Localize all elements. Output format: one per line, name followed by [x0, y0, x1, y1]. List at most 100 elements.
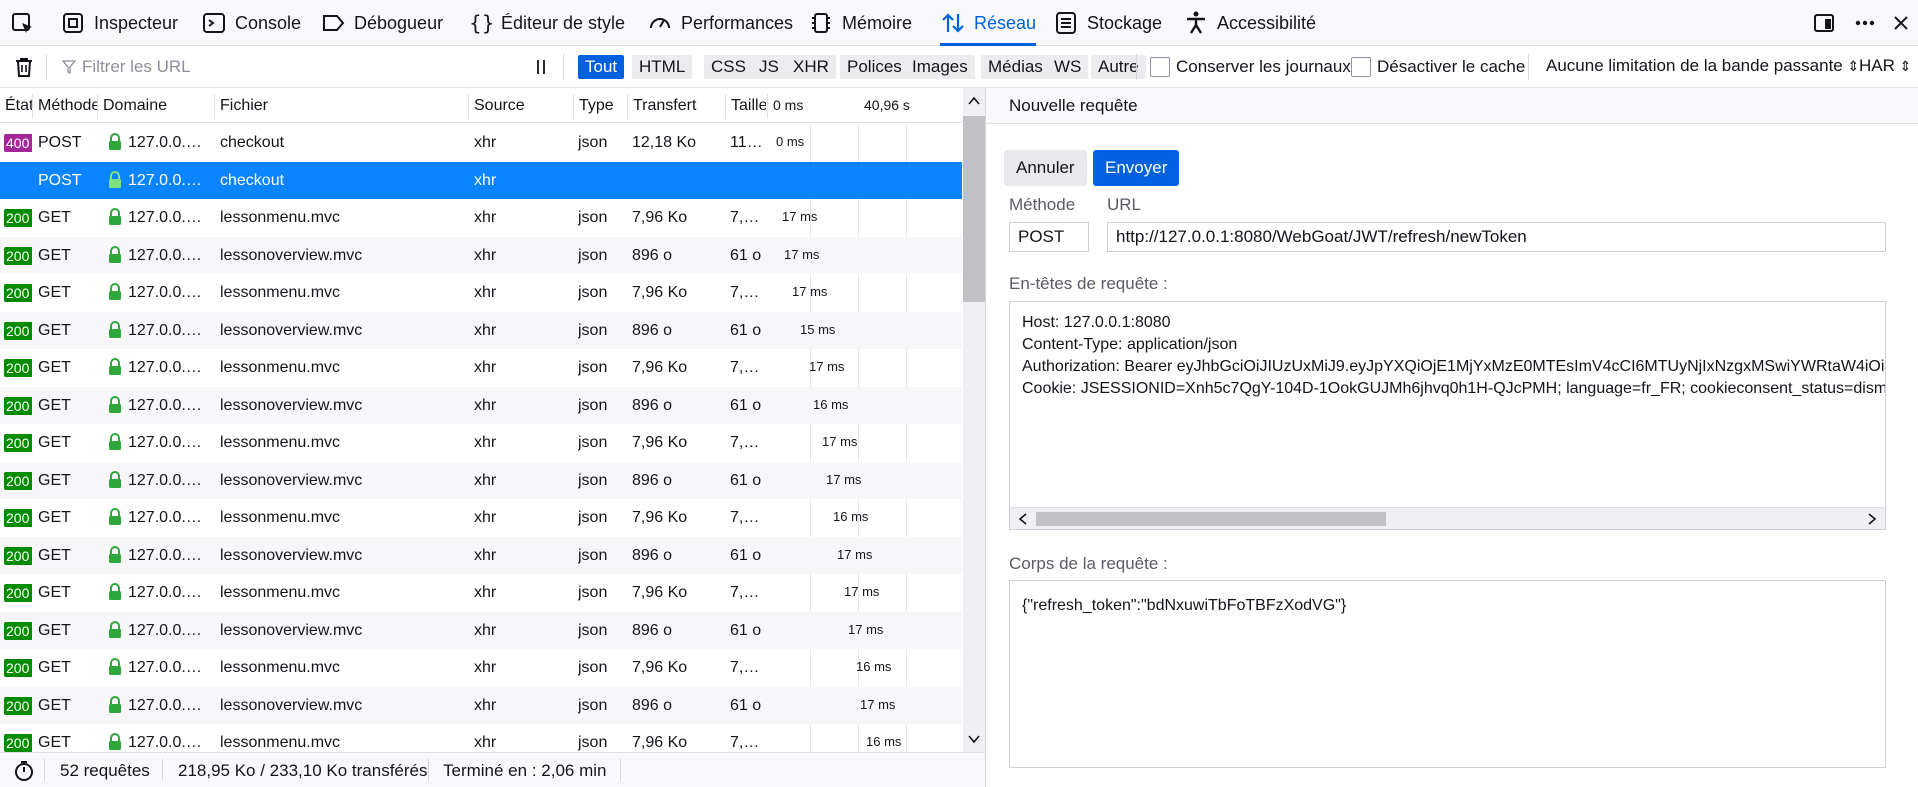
- url-filter-input[interactable]: [58, 55, 518, 79]
- tab-storage[interactable]: Stockage: [1053, 0, 1162, 46]
- status-badge: 200: [4, 284, 32, 302]
- status-badge: 200: [4, 434, 32, 452]
- filter-chip-js[interactable]: JS: [752, 55, 786, 79]
- column-header[interactable]: Méthode: [33, 88, 97, 123]
- checkbox-box[interactable]: [1150, 57, 1170, 77]
- tab-network[interactable]: Réseau: [940, 0, 1037, 46]
- column-header[interactable]: 0 ms: [768, 88, 858, 123]
- column-separator[interactable]: [32, 94, 33, 118]
- column-header[interactable]: État: [0, 88, 32, 123]
- request-body-textarea[interactable]: {"refresh_token":"bdNxuwiTbFoTBFzXodVG"}: [1009, 580, 1886, 768]
- persist-logs-checkbox[interactable]: Conserver les journaux: [1150, 57, 1351, 77]
- table-row[interactable]: 200 GET 127.0.0.1:8080 lessonoverview.mvc xh…: [0, 386, 962, 424]
- column-separator[interactable]: [627, 94, 628, 118]
- table-row[interactable]: 200 GET 127.0.0.1:8080 lessonoverview.mvc xh…: [0, 686, 962, 724]
- column-header[interactable]: Type: [574, 88, 627, 123]
- column-separator[interactable]: [767, 94, 768, 118]
- domain-cell: 127.0.0.1:8080: [128, 621, 210, 639]
- dock-side-icon[interactable]: [1810, 9, 1838, 37]
- checkbox-box[interactable]: [1351, 57, 1371, 77]
- network-status-bar: 52 requêtes 218,95 Ko / 233,10 Ko transf…: [0, 752, 985, 787]
- column-separator[interactable]: [214, 94, 215, 118]
- column-header[interactable]: Transfert: [628, 88, 725, 123]
- scroll-down-icon[interactable]: [967, 732, 981, 746]
- table-row[interactable]: 200 GET 127.0.0.1:8080 lessonoverview.mvc xh…: [0, 536, 962, 574]
- method-field[interactable]: POST: [1009, 222, 1089, 252]
- filter-chip-médias[interactable]: Médias: [981, 55, 1050, 79]
- scrollbar-thumb[interactable]: [963, 116, 985, 302]
- table-row[interactable]: 200 GET 127.0.0.1:8080 lessonoverview.mvc xh…: [0, 236, 962, 274]
- file-cell: lessonmenu.mvc: [220, 509, 341, 526]
- table-row[interactable]: 200 GET 127.0.0.1:8080 lessonoverview.mvc xh…: [0, 611, 962, 649]
- filter-chip-images[interactable]: Images: [905, 55, 975, 79]
- table-row[interactable]: 200 GET 127.0.0.1:8080 lessonoverview.mvc xh…: [0, 311, 962, 349]
- filter-chip-polices[interactable]: Polices: [840, 55, 909, 79]
- scroll-up-icon[interactable]: [967, 94, 981, 108]
- url-field[interactable]: http://127.0.0.1:8080/WebGoat/JWT/refres…: [1107, 222, 1886, 252]
- domain-cell: 127.0.0.1:8080: [128, 246, 210, 264]
- filter-chip-xhr[interactable]: XHR: [786, 55, 836, 79]
- table-row[interactable]: 200 GET 127.0.0.1:8080 lessonoverview.mvc xh…: [0, 461, 962, 499]
- filter-chip-autre[interactable]: Autre: [1091, 55, 1146, 79]
- more-options-icon[interactable]: [1851, 9, 1879, 37]
- column-separator[interactable]: [468, 94, 469, 118]
- request-body-text: {"refresh_token":"bdNxuwiTbFoTBFzXodVG"}: [1022, 597, 1347, 614]
- column-separator[interactable]: [97, 94, 98, 118]
- size-cell: 7,66 Ko: [730, 659, 764, 676]
- method-cell: GET: [38, 209, 71, 226]
- send-button[interactable]: Envoyer: [1093, 150, 1180, 186]
- table-row[interactable]: 200 GET 127.0.0.1:8080 lessonmenu.mvc xhr jso…: [0, 724, 962, 752]
- request-headers-textarea[interactable]: Host: 127.0.0.1:8080 Content-Type: applic…: [1009, 301, 1886, 530]
- table-row[interactable]: 200 GET 127.0.0.1:8080 lessonmenu.mvc xhr jso…: [0, 649, 962, 686]
- cancel-button[interactable]: Annuler: [1004, 150, 1087, 186]
- size-cell: 61 o: [730, 246, 762, 264]
- element-picker-icon[interactable]: [10, 11, 36, 37]
- column-header[interactable]: Domaine: [98, 88, 214, 123]
- column-header[interactable]: Source: [469, 88, 573, 123]
- tab-inspector[interactable]: Inspecteur: [60, 0, 178, 46]
- scrollbar-thumb[interactable]: [1036, 512, 1386, 526]
- transfer-cell: 12,18 Ko: [632, 134, 697, 151]
- scroll-left-icon[interactable]: [1016, 512, 1030, 526]
- column-header[interactable]: 40,96 s: [859, 88, 963, 123]
- size-cell: 7,66 Ko: [730, 584, 764, 601]
- column-header[interactable]: Taille: [726, 88, 766, 123]
- tab-memory[interactable]: Mémoire: [808, 0, 912, 46]
- transfer-cell: 896 o: [632, 546, 673, 564]
- headers-horizontal-scrollbar[interactable]: [1010, 507, 1885, 529]
- column-header[interactable]: Fichier: [215, 88, 468, 123]
- table-row[interactable]: 400 POST 127.0.0.1:8080 checkout xhr json 12,1…: [0, 124, 962, 161]
- network-filter-bar: Tout HTML CSSJSXHRPolicesImagesMédiasWSAut…: [0, 46, 1918, 88]
- filter-chip-tout[interactable]: Tout: [578, 55, 625, 79]
- throttling-select[interactable]: Aucune limitation de la bande passante ⇕: [1546, 56, 1859, 76]
- table-row[interactable]: 200 GET 127.0.0.1:8080 lessonmenu.mvc xhr jso…: [0, 199, 962, 236]
- table-row[interactable]: 200 GET 127.0.0.1:8080 lessonmenu.mvc xhr jso…: [0, 499, 962, 536]
- domain-cell: 127.0.0.1:8080: [128, 284, 210, 301]
- performance-analysis-icon[interactable]: [12, 759, 36, 783]
- har-menu[interactable]: HAR ⇕: [1859, 56, 1911, 76]
- table-row[interactable]: 200 GET 127.0.0.1:8080 lessonmenu.mvc xhr jso…: [0, 424, 962, 461]
- table-row[interactable]: POST 127.0.0.1:8080 checkout xhr: [0, 161, 962, 199]
- column-separator[interactable]: [573, 94, 574, 118]
- source-cell: xhr: [474, 246, 497, 264]
- filter-chip-html[interactable]: HTML: [632, 55, 693, 79]
- table-row[interactable]: 200 GET 127.0.0.1:8080 lessonmenu.mvc xhr jso…: [0, 574, 962, 611]
- pause-icon[interactable]: [531, 57, 551, 77]
- disable-cache-checkbox[interactable]: Désactiver le cache: [1351, 57, 1525, 77]
- tab-console[interactable]: Console: [201, 0, 301, 46]
- tab-performance[interactable]: Performances: [647, 0, 793, 46]
- tab-debugger[interactable]: Débogueur: [320, 0, 443, 46]
- size-cell: 61 o: [730, 396, 762, 414]
- table-row[interactable]: 200 GET 127.0.0.1:8080 lessonmenu.mvc xhr jso…: [0, 274, 962, 311]
- table-vertical-scrollbar[interactable]: [963, 88, 985, 752]
- close-icon[interactable]: [1887, 9, 1915, 37]
- trash-icon[interactable]: [12, 55, 36, 79]
- scroll-right-icon[interactable]: [1865, 512, 1879, 526]
- tab-accessibility[interactable]: Accessibilité: [1183, 0, 1316, 46]
- domain-cell: 127.0.0.1:8080: [128, 471, 210, 489]
- column-separator[interactable]: [725, 94, 726, 118]
- tab-style-editor[interactable]: {} Éditeur de style: [467, 0, 625, 46]
- table-row[interactable]: 200 GET 127.0.0.1:8080 lessonmenu.mvc xhr jso…: [0, 349, 962, 386]
- filter-chip-ws[interactable]: WS: [1047, 55, 1089, 79]
- filter-chip-css[interactable]: CSS: [704, 55, 753, 79]
